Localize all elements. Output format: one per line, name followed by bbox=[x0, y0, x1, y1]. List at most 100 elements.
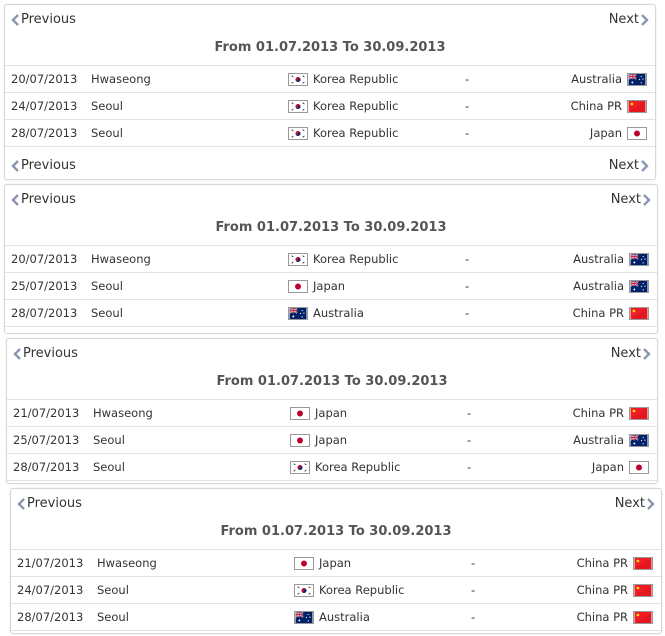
previous-button[interactable]: Previous bbox=[11, 346, 78, 361]
versus-dash: - bbox=[471, 610, 476, 624]
match-row: 28/07/2013 Seoul Korea Republic - Japan bbox=[7, 453, 657, 481]
away-team: China PR bbox=[577, 583, 653, 597]
home-team: Korea Republic bbox=[290, 460, 400, 474]
previous-label: Previous bbox=[21, 192, 76, 207]
next-button[interactable]: Next bbox=[615, 496, 657, 511]
match-row: 24/07/2013 Seoul Korea Republic - China PR bbox=[11, 576, 661, 603]
previous-button[interactable]: Previous bbox=[15, 496, 82, 511]
home-team-name: Australia bbox=[319, 610, 370, 624]
match-row: 28/07/2013 Seoul Australia - China PR bbox=[11, 603, 661, 631]
match-venue: Seoul bbox=[93, 433, 125, 447]
china-flag-icon bbox=[629, 306, 649, 320]
away-team-name: Australia bbox=[571, 72, 622, 86]
away-team-name: China PR bbox=[576, 610, 628, 624]
match-date: 24/07/2013 bbox=[11, 99, 78, 113]
match-list: 21/07/2013 Hwaseong Japan - China PR 25/07/20… bbox=[7, 399, 657, 481]
china-flag-icon bbox=[633, 556, 653, 570]
japan-flag-icon bbox=[290, 406, 310, 420]
home-team-name: Korea Republic bbox=[313, 99, 399, 113]
home-team: Korea Republic bbox=[288, 252, 398, 266]
versus-dash: - bbox=[465, 126, 470, 140]
away-team-name: Australia bbox=[573, 252, 624, 266]
match-venue: Hwaseong bbox=[91, 72, 151, 86]
nav-bar: Previous Next bbox=[5, 187, 657, 213]
match-row: 21/07/2013 Hwaseong Japan - China PR bbox=[7, 399, 657, 426]
match-date: 25/07/2013 bbox=[13, 433, 80, 447]
match-date: 28/07/2013 bbox=[11, 306, 78, 320]
versus-dash: - bbox=[465, 279, 470, 293]
date-range-title: From 01.07.2013 To 30.09.2013 bbox=[216, 374, 448, 389]
japan-flag-icon bbox=[629, 460, 649, 474]
away-team: Australia bbox=[573, 433, 649, 447]
match-venue: Seoul bbox=[91, 99, 123, 113]
china-flag-icon bbox=[633, 583, 653, 597]
versus-dash: - bbox=[465, 252, 470, 266]
next-button[interactable]: Next bbox=[611, 346, 653, 361]
next-label: Next bbox=[608, 12, 639, 27]
versus-dash: - bbox=[471, 556, 476, 570]
australia-flag-icon bbox=[288, 306, 308, 320]
korea-flag-icon bbox=[288, 252, 308, 266]
match-venue: Hwaseong bbox=[91, 252, 151, 266]
china-flag-icon bbox=[629, 406, 649, 420]
home-team: Korea Republic bbox=[288, 99, 398, 113]
chevron-left-icon bbox=[9, 159, 21, 173]
date-range-title: From 01.07.2013 To 30.09.2013 bbox=[220, 524, 452, 539]
next-label: Next bbox=[614, 496, 645, 511]
korea-flag-icon bbox=[290, 460, 310, 474]
versus-dash: - bbox=[471, 583, 476, 597]
match-venue: Seoul bbox=[91, 306, 123, 320]
away-team-name: China PR bbox=[570, 99, 622, 113]
previous-button[interactable]: Previous bbox=[9, 192, 76, 207]
australia-flag-icon bbox=[629, 433, 649, 447]
australia-flag-icon bbox=[294, 610, 314, 624]
away-team: Australia bbox=[573, 279, 649, 293]
versus-dash: - bbox=[465, 306, 470, 320]
versus-dash: - bbox=[465, 72, 470, 86]
home-team: Japan bbox=[294, 556, 351, 570]
chevron-right-icon bbox=[641, 193, 653, 207]
next-button[interactable]: Next bbox=[611, 192, 653, 207]
match-row: 28/07/2013 Seoul Australia - China PR bbox=[5, 299, 657, 327]
chevron-right-icon bbox=[639, 159, 651, 173]
previous-button[interactable]: Previous bbox=[9, 12, 76, 27]
australia-flag-icon bbox=[627, 72, 647, 86]
next-label: Next bbox=[608, 158, 639, 173]
chevron-right-icon bbox=[639, 13, 651, 27]
korea-flag-icon bbox=[288, 99, 308, 113]
away-team: China PR bbox=[571, 99, 647, 113]
chevron-left-icon bbox=[9, 13, 21, 27]
match-venue: Hwaseong bbox=[93, 406, 153, 420]
previous-button[interactable]: Previous bbox=[9, 158, 76, 173]
nav-bar: Previous Next bbox=[7, 341, 657, 367]
away-team-name: Japan bbox=[589, 126, 622, 140]
next-label: Next bbox=[610, 346, 641, 361]
home-team: Korea Republic bbox=[288, 126, 398, 140]
nav-bar: Previous Next bbox=[11, 491, 661, 517]
away-team-name: Australia bbox=[573, 279, 624, 293]
away-team: China PR bbox=[573, 306, 649, 320]
match-venue: Seoul bbox=[97, 583, 129, 597]
match-venue: Seoul bbox=[91, 126, 123, 140]
match-list: 21/07/2013 Hwaseong Japan - China PR 24/07/20… bbox=[11, 549, 661, 631]
japan-flag-icon bbox=[627, 126, 647, 140]
match-venue: Seoul bbox=[93, 460, 125, 474]
match-date: 20/07/2013 bbox=[11, 252, 78, 266]
away-team: Australia bbox=[571, 72, 647, 86]
chevron-left-icon bbox=[11, 347, 23, 361]
date-range-title: From 01.07.2013 To 30.09.2013 bbox=[215, 220, 447, 235]
home-team-name: Korea Republic bbox=[313, 126, 399, 140]
away-team: Australia bbox=[573, 252, 649, 266]
versus-dash: - bbox=[467, 406, 472, 420]
match-date: 21/07/2013 bbox=[17, 556, 84, 570]
away-team-name: China PR bbox=[576, 556, 628, 570]
match-row: 20/07/2013 Hwaseong Korea Republic - Austral… bbox=[5, 65, 655, 92]
home-team-name: Japan bbox=[319, 556, 352, 570]
previous-label: Previous bbox=[21, 158, 76, 173]
next-label: Next bbox=[610, 192, 641, 207]
korea-flag-icon bbox=[294, 583, 314, 597]
nav-bar-bottom: Previous Next bbox=[5, 153, 655, 179]
next-button[interactable]: Next bbox=[609, 158, 651, 173]
next-button[interactable]: Next bbox=[609, 12, 651, 27]
home-team-name: Australia bbox=[313, 306, 364, 320]
